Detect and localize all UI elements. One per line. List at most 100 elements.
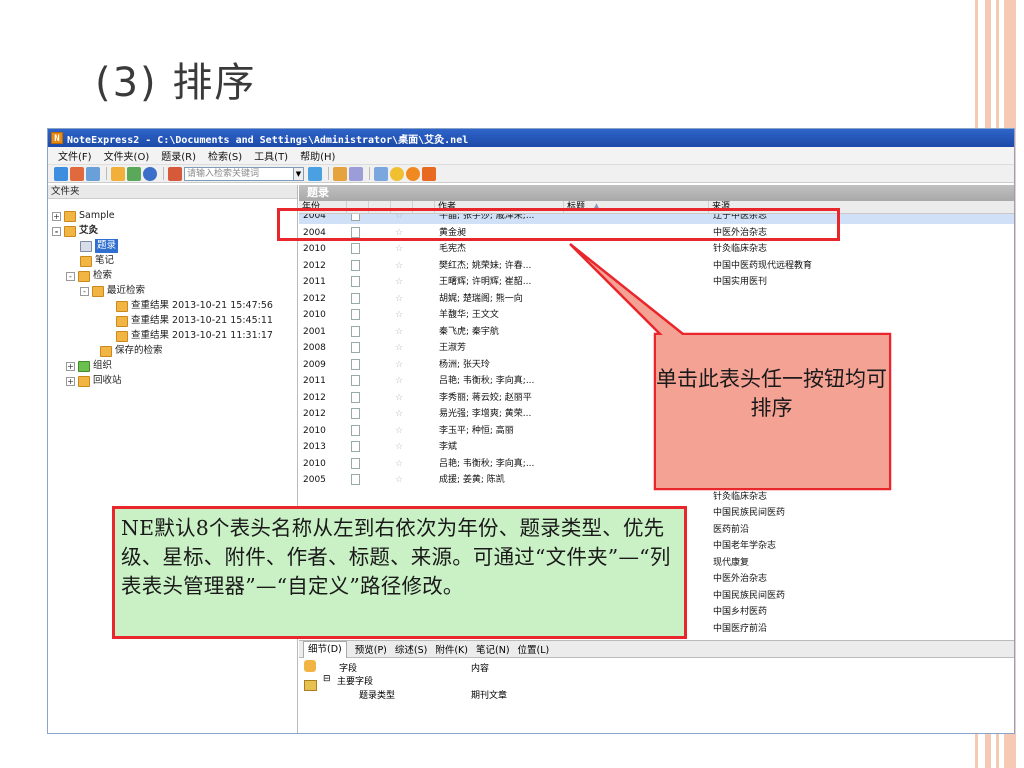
folder-icon — [64, 210, 76, 222]
tree-node-sample[interactable]: + Sample — [52, 209, 115, 223]
tree-node-dup-result-3[interactable]: 查重结果 2013-10-21 11:31:17 — [116, 329, 273, 343]
journal-article-icon — [351, 441, 360, 452]
slide-title: (3) 排序 — [95, 60, 257, 106]
table-row[interactable]: 2001 ☆ 秦飞虎; 秦宇航 — [299, 324, 1014, 340]
star-icon[interactable]: ☆ — [395, 360, 403, 370]
cite-icon[interactable] — [374, 166, 388, 181]
star-icon[interactable]: ☆ — [395, 244, 403, 254]
star-icon[interactable]: ☆ — [395, 459, 403, 469]
delete-record-icon[interactable] — [86, 166, 100, 181]
col-type-header[interactable] — [347, 201, 369, 214]
detail-group-expander[interactable]: ⊟ — [323, 674, 331, 684]
table-row[interactable]: 2004 ☆ 黄金昶 中医外治杂志 — [299, 225, 1014, 241]
star-icon[interactable]: ☆ — [395, 214, 403, 221]
tree-node-aijiu[interactable]: - 艾灸 — [52, 224, 98, 238]
table-row[interactable]: 2004 ☆ 牛晶; 张宇莎; 戚泽荣;... 辽宁中医杂志 — [299, 214, 1014, 224]
star-icon[interactable]: ☆ — [395, 475, 403, 485]
online-search-icon[interactable] — [127, 166, 141, 181]
menu-tools[interactable]: 工具(T) — [254, 148, 288, 163]
menu-folder[interactable]: 文件夹(O) — [104, 148, 150, 163]
star-icon[interactable]: ☆ — [395, 442, 403, 452]
col-star-header[interactable] — [391, 201, 413, 214]
star-icon[interactable]: ☆ — [395, 277, 403, 287]
star-icon[interactable]: ☆ — [395, 294, 403, 304]
tree-node-dup-result-2[interactable]: 查重结果 2013-10-21 15:45:11 — [116, 314, 273, 328]
tree-node-recent-search[interactable]: - 最近检索 — [80, 284, 145, 298]
tree-node-organize[interactable]: + 组织 — [66, 359, 112, 373]
star-icon[interactable]: ☆ — [395, 376, 403, 386]
expand-icon[interactable]: + — [66, 376, 75, 386]
menu-records[interactable]: 题录(R) — [161, 148, 196, 163]
flag-icon[interactable] — [333, 166, 347, 181]
star-icon[interactable]: ☆ — [395, 310, 403, 320]
table-row[interactable]: 针灸临床杂志 — [299, 489, 1014, 505]
table-row[interactable]: 2005 ☆ 成援; 姜黄; 陈凯 新中医 — [299, 472, 1014, 488]
cell-star: ☆ — [395, 241, 411, 257]
col-attachment-header[interactable] — [413, 201, 435, 214]
expand-icon[interactable]: + — [52, 211, 61, 221]
star-icon[interactable]: ☆ — [395, 393, 403, 403]
search-dropdown-icon[interactable]: ▼ — [294, 166, 304, 181]
menu-search[interactable]: 检索(S) — [208, 148, 242, 163]
table-row[interactable]: 2011 ☆ 王曙辉; 许明辉; 崔韶... 中国实用医刊 — [299, 274, 1014, 290]
help-icon[interactable] — [390, 166, 404, 181]
cell-author: 牛晶; 张宇莎; 戚泽荣;... — [439, 214, 535, 221]
table-row[interactable]: 2013 ☆ 李斌 — [299, 439, 1014, 455]
cell-source: 新中医 — [713, 475, 741, 485]
cell-source: 针灸临床杂志 — [713, 491, 768, 502]
journal-article-icon — [351, 325, 360, 337]
table-row[interactable]: 2008 ☆ 王淑芳 — [299, 340, 1014, 356]
tab-notes[interactable]: 笔记(N) — [476, 642, 510, 656]
col-priority-header[interactable] — [369, 201, 391, 214]
star-icon[interactable]: ☆ — [395, 228, 403, 238]
tag-icon[interactable] — [349, 166, 363, 181]
expand-icon[interactable]: + — [66, 361, 75, 371]
menu-file[interactable]: 文件(F) — [58, 148, 92, 163]
table-row[interactable]: 2012 ☆ 樊红杰; 姚荣妹; 许春... 中国中医药现代远程教育 — [299, 258, 1014, 274]
edit-record-icon[interactable] — [70, 166, 84, 181]
star-icon[interactable]: ☆ — [395, 327, 403, 337]
tab-details[interactable]: 细节(D) — [303, 640, 347, 658]
import-icon[interactable] — [111, 166, 125, 181]
collapse-icon[interactable]: - — [80, 286, 89, 296]
tab-attachments[interactable]: 附件(K) — [435, 642, 468, 656]
col-author-header[interactable]: 作者 — [435, 201, 564, 214]
detail-pane: 字段 内容 ⊟ 主要字段 题录类型 期刊文章 — [299, 658, 1014, 733]
find-duplicates-icon[interactable] — [168, 166, 182, 181]
search-go-icon[interactable] — [308, 166, 322, 181]
folder-icon — [100, 345, 112, 357]
menu-help[interactable]: 帮助(H) — [300, 148, 335, 163]
star-icon[interactable]: ☆ — [395, 261, 403, 271]
tab-summary[interactable]: 综述(S) — [395, 642, 427, 656]
table-row[interactable]: 2012 ☆ 胡娓; 楚瑞阁; 熊一向 — [299, 291, 1014, 307]
table-row[interactable]: 2010 ☆ 李玉平; 种恒; 高丽 — [299, 423, 1014, 439]
col-year-header[interactable]: 年份 — [299, 201, 347, 214]
star-icon[interactable]: ☆ — [395, 343, 403, 353]
tree-node-search[interactable]: - 检索 — [66, 269, 112, 283]
collapse-icon[interactable]: - — [52, 226, 61, 236]
lock-icon[interactable] — [304, 660, 316, 672]
new-record-icon[interactable] — [54, 166, 68, 181]
table-row[interactable]: 2010 ☆ 羊馥华; 王文文 — [299, 307, 1014, 323]
collapse-icon[interactable]: - — [66, 271, 75, 281]
star-icon[interactable]: ☆ — [395, 409, 403, 419]
tree-node-saved-search[interactable]: 保存的检索 — [100, 344, 163, 358]
col-source-header[interactable]: 来源 — [709, 201, 1014, 214]
open-folder-icon[interactable] — [304, 680, 317, 691]
cell-star: ☆ — [395, 291, 411, 307]
tab-preview[interactable]: 预览(P) — [355, 642, 387, 656]
star-icon[interactable]: ☆ — [395, 426, 403, 436]
table-row[interactable]: 2010 ☆ 吕艳; 韦衡秋; 李向真;... — [299, 456, 1014, 472]
options-icon[interactable] — [422, 166, 436, 181]
search-input[interactable]: 请输入检索关键词 — [184, 166, 294, 181]
globe-icon[interactable] — [143, 166, 157, 181]
cell-star: ☆ — [395, 423, 411, 439]
tree-node-records[interactable]: 题录 — [80, 239, 119, 253]
tree-node-dup-result-1[interactable]: 查重结果 2013-10-21 15:47:56 — [116, 299, 273, 313]
table-row[interactable]: 2010 ☆ 毛宪杰 针灸临床杂志 — [299, 241, 1014, 257]
tree-node-notes[interactable]: 笔记 — [80, 254, 114, 268]
tab-location[interactable]: 位置(L) — [518, 642, 550, 656]
col-title-header[interactable]: 标题 ▲ — [564, 201, 709, 214]
tree-node-recycle-bin[interactable]: + 回收站 — [66, 374, 122, 388]
sync-icon[interactable] — [406, 166, 420, 181]
